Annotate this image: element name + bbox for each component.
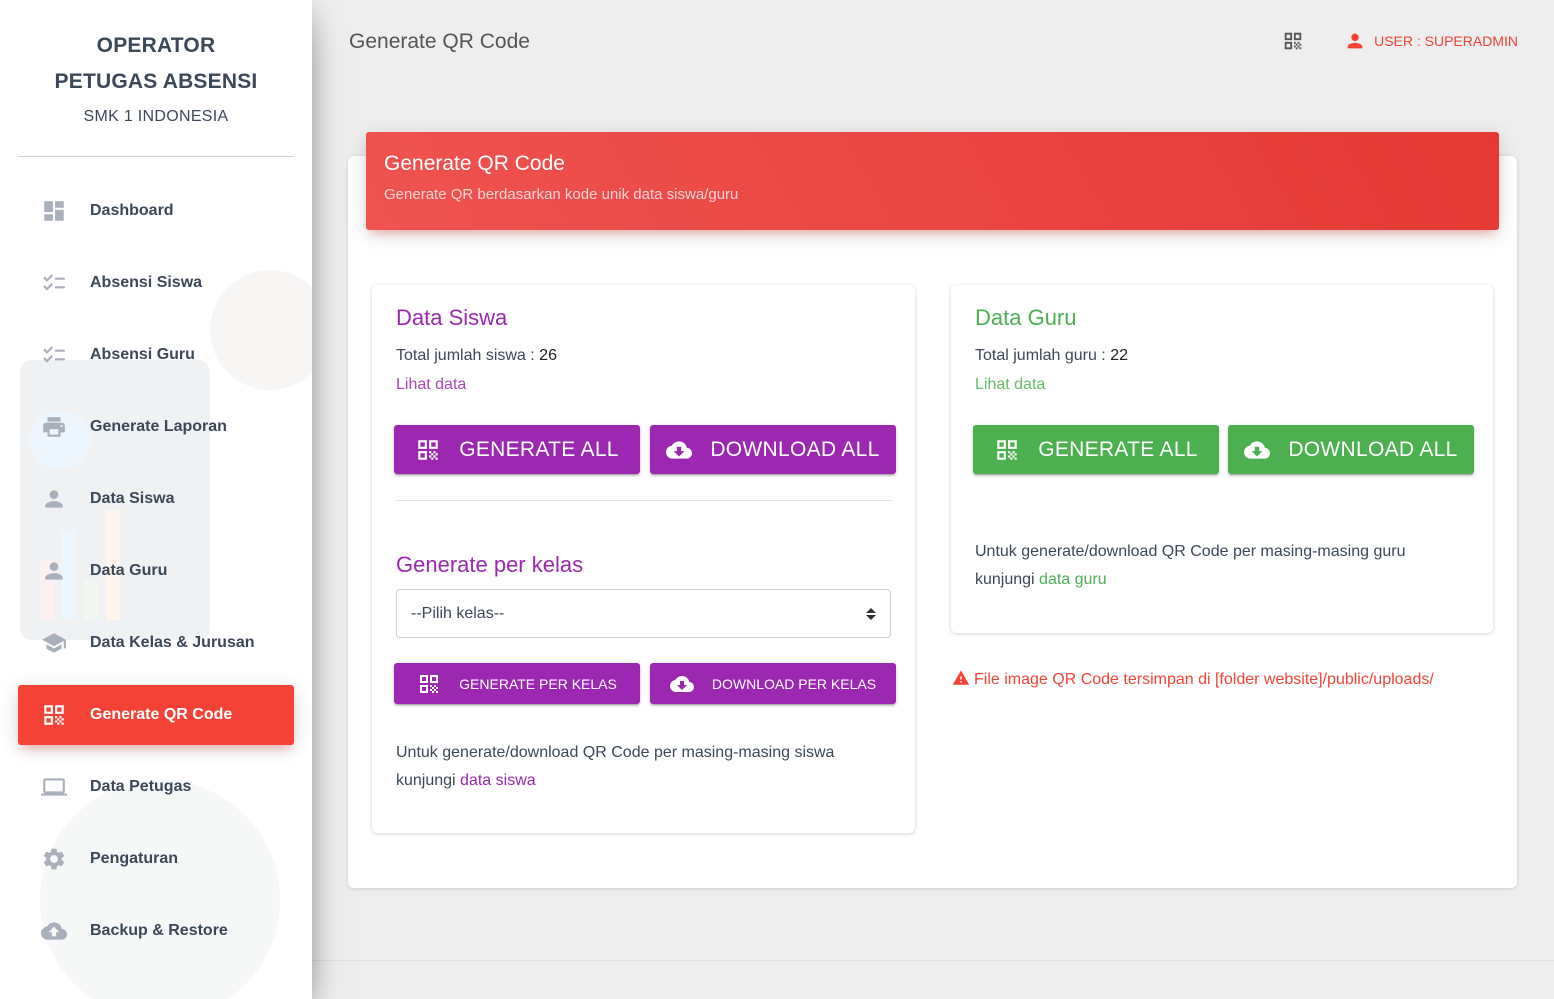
- user-label: USER : SUPERADMIN: [1374, 33, 1518, 49]
- storage-warning-text: File image QR Code tersimpan di [folder …: [974, 671, 1434, 688]
- sidebar-item-data-guru[interactable]: Data Guru: [18, 541, 294, 601]
- sidebar-item-label: Data Kelas & Jurusan: [90, 634, 255, 651]
- sidebar-item-backup-restore[interactable]: Backup & Restore: [18, 901, 294, 961]
- siswa-note-text: Untuk generate/download QR Code per masi…: [396, 744, 835, 761]
- brand: OPERATOR PETUGAS ABSENSI SMK 1 INDONESIA: [0, 0, 312, 157]
- kelas-select[interactable]: --Pilih kelas--: [396, 589, 891, 638]
- gear-icon: [40, 845, 68, 873]
- storage-warning: File image QR Code tersimpan di [folder …: [952, 671, 1434, 689]
- qr-code-icon: [415, 437, 441, 463]
- sidebar-item-label: Data Petugas: [90, 778, 192, 795]
- sidebar-item-label: Absensi Siswa: [90, 274, 203, 291]
- cloud-upload-icon: [40, 917, 68, 945]
- sidebar-nav: Dashboard Absensi Siswa Absensi Guru Gen…: [18, 181, 294, 973]
- topbar: Generate QR Code USER : SUPERADMIN: [312, 0, 1554, 84]
- total-siswa: Total jumlah siswa : 26: [396, 347, 557, 365]
- sidebar: OPERATOR PETUGAS ABSENSI SMK 1 INDONESIA…: [0, 0, 312, 999]
- card-subtitle: Generate QR berdasarkan kode unik data s…: [384, 186, 739, 203]
- button-label: DOWNLOAD ALL: [710, 437, 880, 461]
- sidebar-item-generate-laporan[interactable]: Generate Laporan: [18, 397, 294, 457]
- total-siswa-label: Total jumlah siswa :: [396, 347, 540, 364]
- qr-code-icon[interactable]: [1282, 30, 1304, 52]
- total-guru-label: Total jumlah guru :: [975, 347, 1111, 364]
- total-guru-value: 22: [1110, 347, 1128, 364]
- download-all-guru-button[interactable]: DOWNLOAD ALL: [1228, 425, 1474, 474]
- data-guru-panel: Data Guru Total jumlah guru : 22 Lihat d…: [951, 285, 1493, 633]
- cloud-download-icon: [1244, 437, 1270, 463]
- generate-all-siswa-button[interactable]: GENERATE ALL: [394, 425, 640, 474]
- warning-icon: [952, 669, 970, 687]
- lihat-data-guru-link[interactable]: Lihat data: [975, 376, 1045, 394]
- footer-divider: [312, 960, 1554, 961]
- qr-code-icon: [417, 672, 441, 696]
- sidebar-item-absensi-guru[interactable]: Absensi Guru: [18, 325, 294, 385]
- button-label: GENERATE ALL: [459, 437, 619, 461]
- brand-divider: [18, 156, 294, 157]
- button-label: GENERATE ALL: [1038, 437, 1198, 461]
- cloud-download-icon: [666, 437, 692, 463]
- total-guru: Total jumlah guru : 22: [975, 347, 1128, 365]
- print-icon: [40, 413, 68, 441]
- sidebar-item-data-petugas[interactable]: Data Petugas: [18, 757, 294, 817]
- sidebar-item-label: Data Guru: [90, 562, 168, 579]
- sidebar-item-label: Backup & Restore: [90, 922, 228, 939]
- checklist-icon: [40, 269, 68, 297]
- select-arrows-icon: [866, 607, 876, 620]
- data-guru-link[interactable]: data guru: [1039, 571, 1107, 588]
- brand-title-line2: PETUGAS ABSENSI: [54, 70, 258, 93]
- checklist-icon: [40, 341, 68, 369]
- guru-note: Untuk generate/download QR Code per masi…: [975, 538, 1405, 594]
- sidebar-item-label: Absensi Guru: [90, 346, 195, 363]
- button-label: DOWNLOAD PER KELAS: [711, 675, 877, 692]
- download-all-siswa-button[interactable]: DOWNLOAD ALL: [650, 425, 896, 474]
- total-siswa-value: 26: [539, 347, 557, 364]
- generate-all-guru-button[interactable]: GENERATE ALL: [973, 425, 1219, 474]
- sidebar-item-label: Generate Laporan: [90, 418, 227, 435]
- person-icon: [40, 557, 68, 585]
- brand-title-line1: OPERATOR: [96, 34, 216, 57]
- qr-code-icon: [994, 437, 1020, 463]
- sidebar-item-data-kelas-jurusan[interactable]: Data Kelas & Jurusan: [18, 613, 294, 673]
- generate-per-kelas-button[interactable]: GENERATE PER KELAS: [394, 663, 640, 704]
- laptop-icon: [40, 773, 68, 801]
- guru-note-prefix: kunjungi: [975, 571, 1040, 588]
- guru-note-text: Untuk generate/download QR Code per masi…: [975, 543, 1406, 560]
- sidebar-item-label: Data Siswa: [90, 490, 175, 507]
- person-icon: [40, 485, 68, 513]
- user-menu[interactable]: USER : SUPERADMIN: [1344, 30, 1518, 52]
- siswa-note: Untuk generate/download QR Code per masi…: [396, 739, 834, 795]
- data-siswa-link[interactable]: data siswa: [460, 772, 536, 789]
- download-per-kelas-button[interactable]: DOWNLOAD PER KELAS: [650, 663, 896, 704]
- divider: [396, 500, 891, 501]
- sidebar-item-pengaturan[interactable]: Pengaturan: [18, 829, 294, 889]
- sidebar-item-label: Pengaturan: [90, 850, 179, 867]
- data-siswa-panel: Data Siswa Total jumlah siswa : 26 Lihat…: [372, 285, 915, 833]
- generate-per-kelas-title: Generate per kelas: [396, 552, 584, 577]
- cloud-download-icon: [670, 672, 694, 696]
- data-siswa-title: Data Siswa: [396, 305, 508, 330]
- brand-subtitle: SMK 1 INDONESIA: [83, 108, 229, 125]
- card-title: Generate QR Code: [384, 152, 565, 175]
- data-guru-title: Data Guru: [975, 305, 1077, 330]
- person-icon: [1344, 30, 1366, 52]
- button-label: GENERATE PER KELAS: [459, 675, 617, 692]
- sidebar-item-label: Dashboard: [90, 202, 174, 219]
- sidebar-item-data-siswa[interactable]: Data Siswa: [18, 469, 294, 529]
- card-header: Generate QR Code Generate QR berdasarkan…: [366, 132, 1499, 230]
- qr-code-icon: [40, 701, 68, 729]
- kelas-select-value: --Pilih kelas--: [411, 604, 505, 622]
- siswa-note-prefix: kunjungi: [396, 772, 461, 789]
- dashboard-icon: [40, 197, 68, 225]
- sidebar-item-label: Generate QR Code: [90, 706, 233, 723]
- sidebar-item-dashboard[interactable]: Dashboard: [18, 181, 294, 241]
- page-title: Generate QR Code: [349, 30, 530, 53]
- button-label: DOWNLOAD ALL: [1288, 437, 1458, 461]
- lihat-data-siswa-link[interactable]: Lihat data: [396, 376, 466, 394]
- sidebar-item-generate-qr-code[interactable]: Generate QR Code: [18, 685, 294, 745]
- sidebar-item-absensi-siswa[interactable]: Absensi Siswa: [18, 253, 294, 313]
- school-icon: [40, 629, 68, 657]
